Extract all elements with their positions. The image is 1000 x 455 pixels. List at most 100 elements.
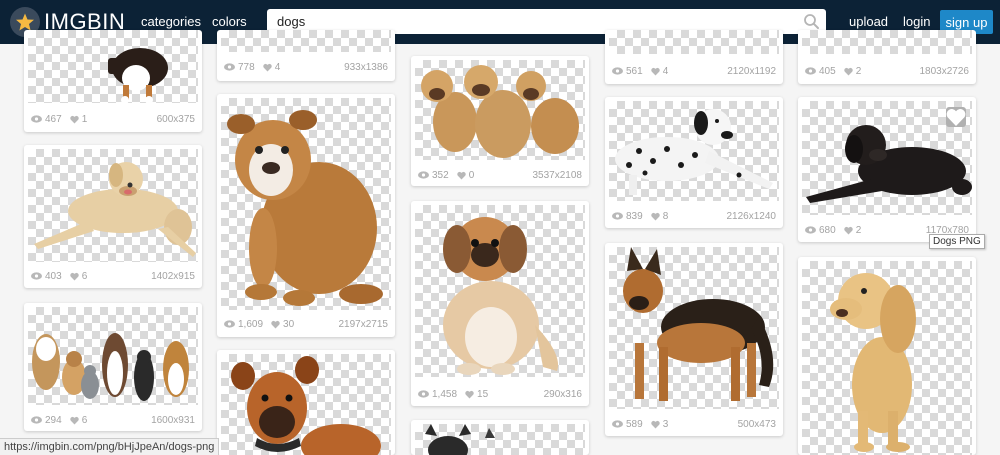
eye-icon xyxy=(31,416,42,424)
upload-link[interactable]: upload xyxy=(849,14,888,29)
image-stats: 467 1 600x375 xyxy=(31,112,195,126)
eye-icon xyxy=(805,226,816,234)
image-card[interactable] xyxy=(798,257,976,455)
image-dimensions: 933x1386 xyxy=(344,61,388,73)
image-dimensions: 1402x915 xyxy=(151,270,195,282)
eye-icon xyxy=(612,67,623,75)
image-card[interactable] xyxy=(411,420,589,455)
eye-icon xyxy=(418,171,429,179)
view-count: 294 xyxy=(45,414,62,426)
eye-icon xyxy=(224,63,235,71)
like-count: 3 xyxy=(662,418,669,430)
view-count: 778 xyxy=(238,61,255,73)
image-thumbnail[interactable] xyxy=(802,30,972,54)
image-card[interactable]: 352 0 3537x2108 xyxy=(411,56,589,186)
image-card[interactable]: 294 6 1600x931 xyxy=(24,303,202,431)
status-bar-url: https://imgbin.com/png/bHjJpeAn/dogs-png xyxy=(0,438,220,455)
heart-icon[interactable] xyxy=(262,63,272,72)
image-stats: 589 3 500x473 xyxy=(612,417,776,431)
login-link[interactable]: login xyxy=(903,14,930,29)
image-dimensions: 1803x2726 xyxy=(919,65,970,77)
favorite-heart-icon[interactable] xyxy=(946,107,966,127)
labrador-image[interactable] xyxy=(28,149,198,262)
heart-icon[interactable] xyxy=(650,67,660,76)
eye-icon xyxy=(418,390,429,398)
dalmatian-image[interactable] xyxy=(609,101,779,201)
view-count: 405 xyxy=(819,65,836,77)
image-card[interactable]: 778 4 933x1386 xyxy=(217,30,395,81)
like-count: 15 xyxy=(477,388,489,400)
heart-icon[interactable] xyxy=(69,115,79,124)
image-card[interactable]: 839 8 2126x1240 xyxy=(605,97,783,228)
heart-icon[interactable] xyxy=(271,320,280,329)
heart-icon[interactable] xyxy=(650,212,660,221)
image-stats: 561 4 2120x1192 xyxy=(612,64,776,78)
view-count: 352 xyxy=(432,169,449,181)
view-count: 1,609 xyxy=(238,318,264,330)
bulldog-image[interactable] xyxy=(221,98,391,310)
image-card[interactable]: 405 2 1803x2726 xyxy=(798,30,976,84)
eye-icon xyxy=(612,212,623,220)
dog-group-image[interactable] xyxy=(28,307,198,405)
image-dimensions: 2197x2715 xyxy=(338,318,389,330)
image-dimensions: 3537x2108 xyxy=(532,169,583,181)
image-stats: 405 2 1803x2726 xyxy=(805,64,969,78)
cocker-spaniel-image[interactable] xyxy=(802,261,972,455)
view-count: 467 xyxy=(45,113,62,125)
like-count: 2 xyxy=(855,224,862,236)
image-stats: 839 8 2126x1240 xyxy=(612,209,776,223)
dog-partial-image[interactable] xyxy=(28,30,198,103)
image-dimensions: 1600x931 xyxy=(151,414,195,426)
french-bulldogs-image[interactable] xyxy=(415,424,585,455)
like-count: 4 xyxy=(662,65,669,77)
image-stats: 1,609 30 2197x2715 xyxy=(224,317,388,331)
search-icon[interactable] xyxy=(803,13,820,30)
like-count: 8 xyxy=(662,210,669,222)
boxer-image[interactable] xyxy=(221,354,391,455)
like-count: 30 xyxy=(283,318,295,330)
image-thumbnail[interactable] xyxy=(221,30,391,52)
heart-icon[interactable] xyxy=(843,226,853,235)
image-dimensions: 2126x1240 xyxy=(726,210,777,222)
view-count: 680 xyxy=(819,224,836,236)
shar-pei-puppies-image[interactable] xyxy=(415,60,585,160)
image-card[interactable]: 1,458 15 290x316 xyxy=(411,201,589,406)
view-count: 839 xyxy=(626,210,643,222)
image-card[interactable]: 403 6 1402x915 xyxy=(24,145,202,288)
german-shepherd-image[interactable] xyxy=(609,247,779,409)
image-stats: 1,458 15 290x316 xyxy=(418,387,582,401)
like-count: 2 xyxy=(855,65,862,77)
heart-icon[interactable] xyxy=(456,171,466,180)
heart-icon[interactable] xyxy=(69,272,79,281)
eye-icon xyxy=(805,67,816,75)
eye-icon xyxy=(612,420,623,428)
nav-colors[interactable]: colors xyxy=(212,14,247,29)
image-stats: 778 4 933x1386 xyxy=(224,60,388,74)
heart-icon[interactable] xyxy=(843,67,853,76)
like-count: 6 xyxy=(81,270,88,282)
heart-icon[interactable] xyxy=(465,390,474,399)
view-count: 403 xyxy=(45,270,62,282)
like-count: 0 xyxy=(468,169,475,181)
image-thumbnail[interactable] xyxy=(609,30,779,54)
like-count: 6 xyxy=(81,414,88,426)
image-stats: 403 6 1402x915 xyxy=(31,269,195,283)
image-card[interactable] xyxy=(217,350,395,455)
view-count: 589 xyxy=(626,418,643,430)
nav-categories[interactable]: categories xyxy=(141,14,201,29)
image-card[interactable]: 589 3 500x473 xyxy=(605,243,783,436)
image-card[interactable]: 1,609 30 2197x2715 xyxy=(217,94,395,337)
like-count: 1 xyxy=(81,113,88,125)
image-stats: 294 6 1600x931 xyxy=(31,413,195,427)
image-card[interactable]: 680 2 1170x780 xyxy=(798,97,976,242)
heart-icon[interactable] xyxy=(650,420,660,429)
image-dimensions: 600x375 xyxy=(156,113,195,125)
heart-icon[interactable] xyxy=(69,416,79,425)
image-card[interactable]: 561 4 2120x1192 xyxy=(605,30,783,84)
image-card[interactable]: 467 1 600x375 xyxy=(24,30,202,132)
image-tooltip: Dogs PNG xyxy=(929,234,985,249)
pekingese-image[interactable] xyxy=(415,205,585,377)
newfoundland-image[interactable] xyxy=(802,101,972,215)
view-count: 1,458 xyxy=(432,388,458,400)
eye-icon xyxy=(224,320,235,328)
